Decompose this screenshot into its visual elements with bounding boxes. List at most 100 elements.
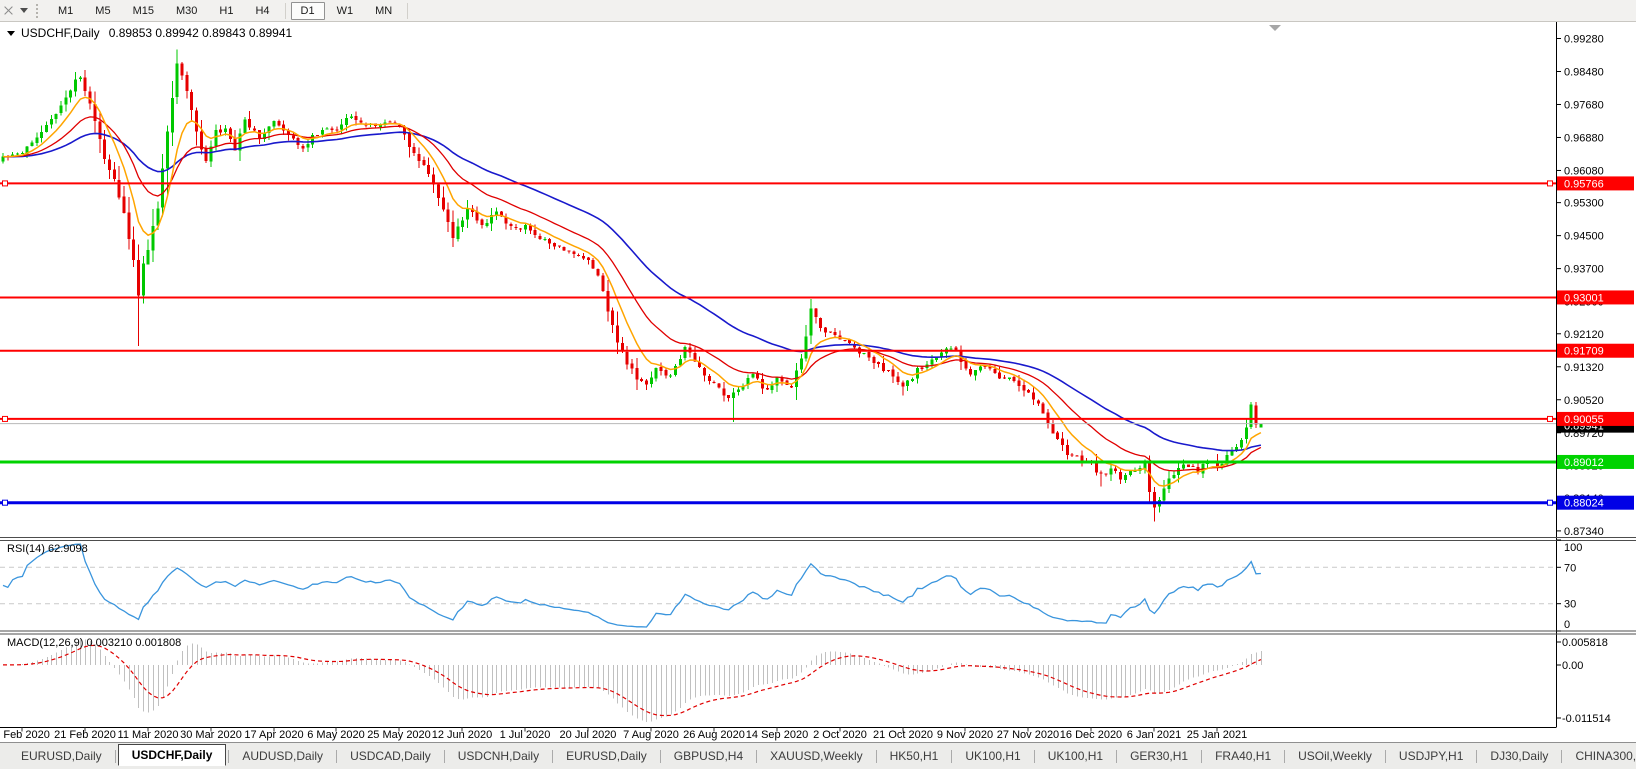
chart-tab-ger30-h1[interactable]: GER30,H1 bbox=[1119, 746, 1199, 766]
price-axis-label: 0.90520 bbox=[1564, 395, 1604, 407]
chart-tab-audusd-daily[interactable]: AUDUSD,Daily bbox=[231, 746, 334, 766]
time-axis-label: 7 Aug 2020 bbox=[623, 729, 679, 741]
tab-separator bbox=[552, 750, 553, 763]
time-axis-label: 9 Nov 2020 bbox=[937, 729, 993, 741]
horizontal-line-0.90055[interactable] bbox=[0, 416, 1556, 421]
timeframe-button-m5[interactable]: M5 bbox=[85, 2, 120, 20]
price-axis-boxes: 0.899410.957660.930010.917090.900550.890… bbox=[1557, 176, 1634, 509]
chart-tab-eurusd-daily[interactable]: EURUSD,Daily bbox=[10, 746, 113, 766]
timeframe-button-h1[interactable]: H1 bbox=[209, 2, 243, 20]
hline-price-label: 0.89012 bbox=[1564, 457, 1604, 469]
line-handle[interactable] bbox=[1548, 416, 1553, 421]
chart-tab-usdjpy-h1[interactable]: USDJPY,H1 bbox=[1388, 746, 1474, 766]
chart-tab-usoil-weekly[interactable]: USOil,Weekly bbox=[1287, 746, 1383, 766]
tab-separator bbox=[660, 750, 661, 763]
tab-separator bbox=[1201, 750, 1202, 763]
hline-price-label: 0.88024 bbox=[1564, 498, 1604, 510]
tab-separator bbox=[951, 750, 952, 763]
rsi-line bbox=[3, 544, 1261, 627]
toolbar-grip[interactable] bbox=[36, 4, 40, 18]
price-axis-label: 0.92120 bbox=[1564, 329, 1604, 341]
price-axis-label: 0.95300 bbox=[1564, 198, 1604, 210]
timeframe-button-d1[interactable]: D1 bbox=[291, 2, 325, 20]
tab-separator bbox=[1116, 750, 1117, 763]
chart-title: USDCHF,Daily 0.89853 0.89942 0.89843 0.8… bbox=[7, 26, 292, 40]
chart-tab-uk100-h1[interactable]: UK100,H1 bbox=[1037, 746, 1114, 766]
time-axis-label: 20 Jul 2020 bbox=[560, 729, 617, 741]
tab-separator bbox=[1476, 750, 1477, 763]
time-axis-label: 6 May 2020 bbox=[307, 729, 364, 741]
tab-separator bbox=[756, 750, 757, 763]
rsi-scale-label: 0 bbox=[1564, 619, 1570, 631]
chart-tab-dj30-daily[interactable]: DJ30,Daily bbox=[1479, 746, 1559, 766]
chevron-down-icon[interactable] bbox=[20, 8, 28, 13]
chart-shift-marker-icon bbox=[1269, 25, 1281, 31]
ema-8-line bbox=[3, 97, 1261, 486]
hline-price-label: 0.93001 bbox=[1564, 292, 1604, 304]
time-axis-label: 21 Feb 2020 bbox=[54, 729, 116, 741]
chart-tab-china300-h1[interactable]: CHINA300,H1 bbox=[1564, 746, 1636, 766]
price-axis-label: 0.98480 bbox=[1564, 66, 1604, 78]
time-axis-label: 26 Aug 2020 bbox=[683, 729, 745, 741]
horizontal-lines bbox=[0, 181, 1556, 505]
price-axis-label: 0.97680 bbox=[1564, 99, 1604, 111]
time-axis-label: 25 Jan 2021 bbox=[1187, 729, 1248, 741]
price-axis-label: 0.99280 bbox=[1564, 33, 1604, 45]
line-handle[interactable] bbox=[3, 181, 8, 186]
chart-tab-fra40-h1[interactable]: FRA40,H1 bbox=[1204, 746, 1282, 766]
time-axis-label: 12 Jun 2020 bbox=[432, 729, 493, 741]
horizontal-line-0.95766[interactable] bbox=[0, 181, 1556, 186]
chart-tab-gbpusd-h4[interactable]: GBPUSD,H4 bbox=[663, 746, 754, 766]
line-handle[interactable] bbox=[1548, 181, 1553, 186]
timeframe-button-m15[interactable]: M15 bbox=[123, 2, 164, 20]
line-handle[interactable] bbox=[1548, 500, 1553, 505]
chart-tab-hk50-h1[interactable]: HK50,H1 bbox=[879, 746, 950, 766]
timeframe-button-m1[interactable]: M1 bbox=[48, 2, 83, 20]
chart-tab-usdcnh-daily[interactable]: USDCNH,Daily bbox=[447, 746, 550, 766]
hline-price-label: 0.95766 bbox=[1564, 178, 1604, 190]
moving-averages bbox=[3, 97, 1261, 486]
horizontal-line-0.88024[interactable] bbox=[0, 500, 1556, 505]
time-axis-label: 2 Oct 2020 bbox=[813, 729, 867, 741]
timeframe-button-m30[interactable]: M30 bbox=[166, 2, 207, 20]
chart-tabs: EURUSD,DailyUSDCHF,DailyAUDUSD,DailyUSDC… bbox=[10, 745, 1636, 767]
macd-indicator: 0.0058180.00-0.011514 bbox=[3, 637, 1611, 725]
toolbar-separator bbox=[407, 3, 408, 19]
hline-price-label: 0.91709 bbox=[1564, 346, 1604, 358]
chart-menu-arrow-icon[interactable] bbox=[7, 31, 15, 36]
toolbar: M1M5M15M30H1H4 D1W1MN bbox=[0, 0, 1636, 22]
crosshair-cursor-icon[interactable] bbox=[2, 4, 15, 17]
timeframe-button-h4[interactable]: H4 bbox=[245, 2, 279, 20]
time-axis-label: 16 Dec 2020 bbox=[1060, 729, 1122, 741]
time-axis-label: 14 Sep 2020 bbox=[746, 729, 808, 741]
ema-45-line bbox=[3, 132, 1261, 450]
timeframe-button-w1[interactable]: W1 bbox=[327, 2, 364, 20]
line-handle[interactable] bbox=[3, 416, 8, 421]
macd-scale-label: 0.005818 bbox=[1562, 637, 1608, 649]
price-axis-label: 0.94500 bbox=[1564, 231, 1604, 243]
timeframe-button-mn[interactable]: MN bbox=[365, 2, 402, 20]
candlestick-series bbox=[2, 50, 1263, 522]
macd-histogram bbox=[4, 639, 1262, 722]
chart-canvas: 0.992800.984800.976800.968800.960800.953… bbox=[0, 0, 1636, 768]
chart-symbol-period: USDCHF,Daily bbox=[21, 26, 100, 40]
line-handle[interactable] bbox=[3, 500, 8, 505]
price-axis-label: 0.96880 bbox=[1564, 132, 1604, 144]
chart-tab-usdchf-daily[interactable]: USDCHF,Daily bbox=[118, 744, 227, 766]
chart-tab-usdcad-daily[interactable]: USDCAD,Daily bbox=[339, 746, 442, 766]
rsi-indicator: 10070300 bbox=[0, 540, 1582, 631]
rsi-scale-label: 70 bbox=[1564, 562, 1576, 574]
time-axis-label: 1 Jul 2020 bbox=[500, 729, 551, 741]
timeframe-buttons: M1M5M15M30H1H4 D1W1MN bbox=[47, 2, 412, 20]
chart-tab-xauusd-weekly[interactable]: XAUUSD,Weekly bbox=[759, 746, 873, 766]
chart-tab-eurusd-daily[interactable]: EURUSD,Daily bbox=[555, 746, 658, 766]
toolbar-separator bbox=[285, 3, 286, 19]
price-axis-label: 0.91320 bbox=[1564, 362, 1604, 374]
tab-separator bbox=[336, 750, 337, 763]
time-axis-label: 6 Jan 2021 bbox=[1127, 729, 1181, 741]
chart-tab-uk100-h1[interactable]: UK100,H1 bbox=[954, 746, 1031, 766]
tab-separator bbox=[876, 750, 877, 763]
chart-tab-bar: EURUSD,DailyUSDCHF,DailyAUDUSD,DailyUSDC… bbox=[0, 742, 1636, 769]
tab-separator bbox=[1385, 750, 1386, 763]
time-axis[interactable]: 3 Feb 202021 Feb 202011 Mar 202030 Mar 2… bbox=[0, 728, 1247, 742]
